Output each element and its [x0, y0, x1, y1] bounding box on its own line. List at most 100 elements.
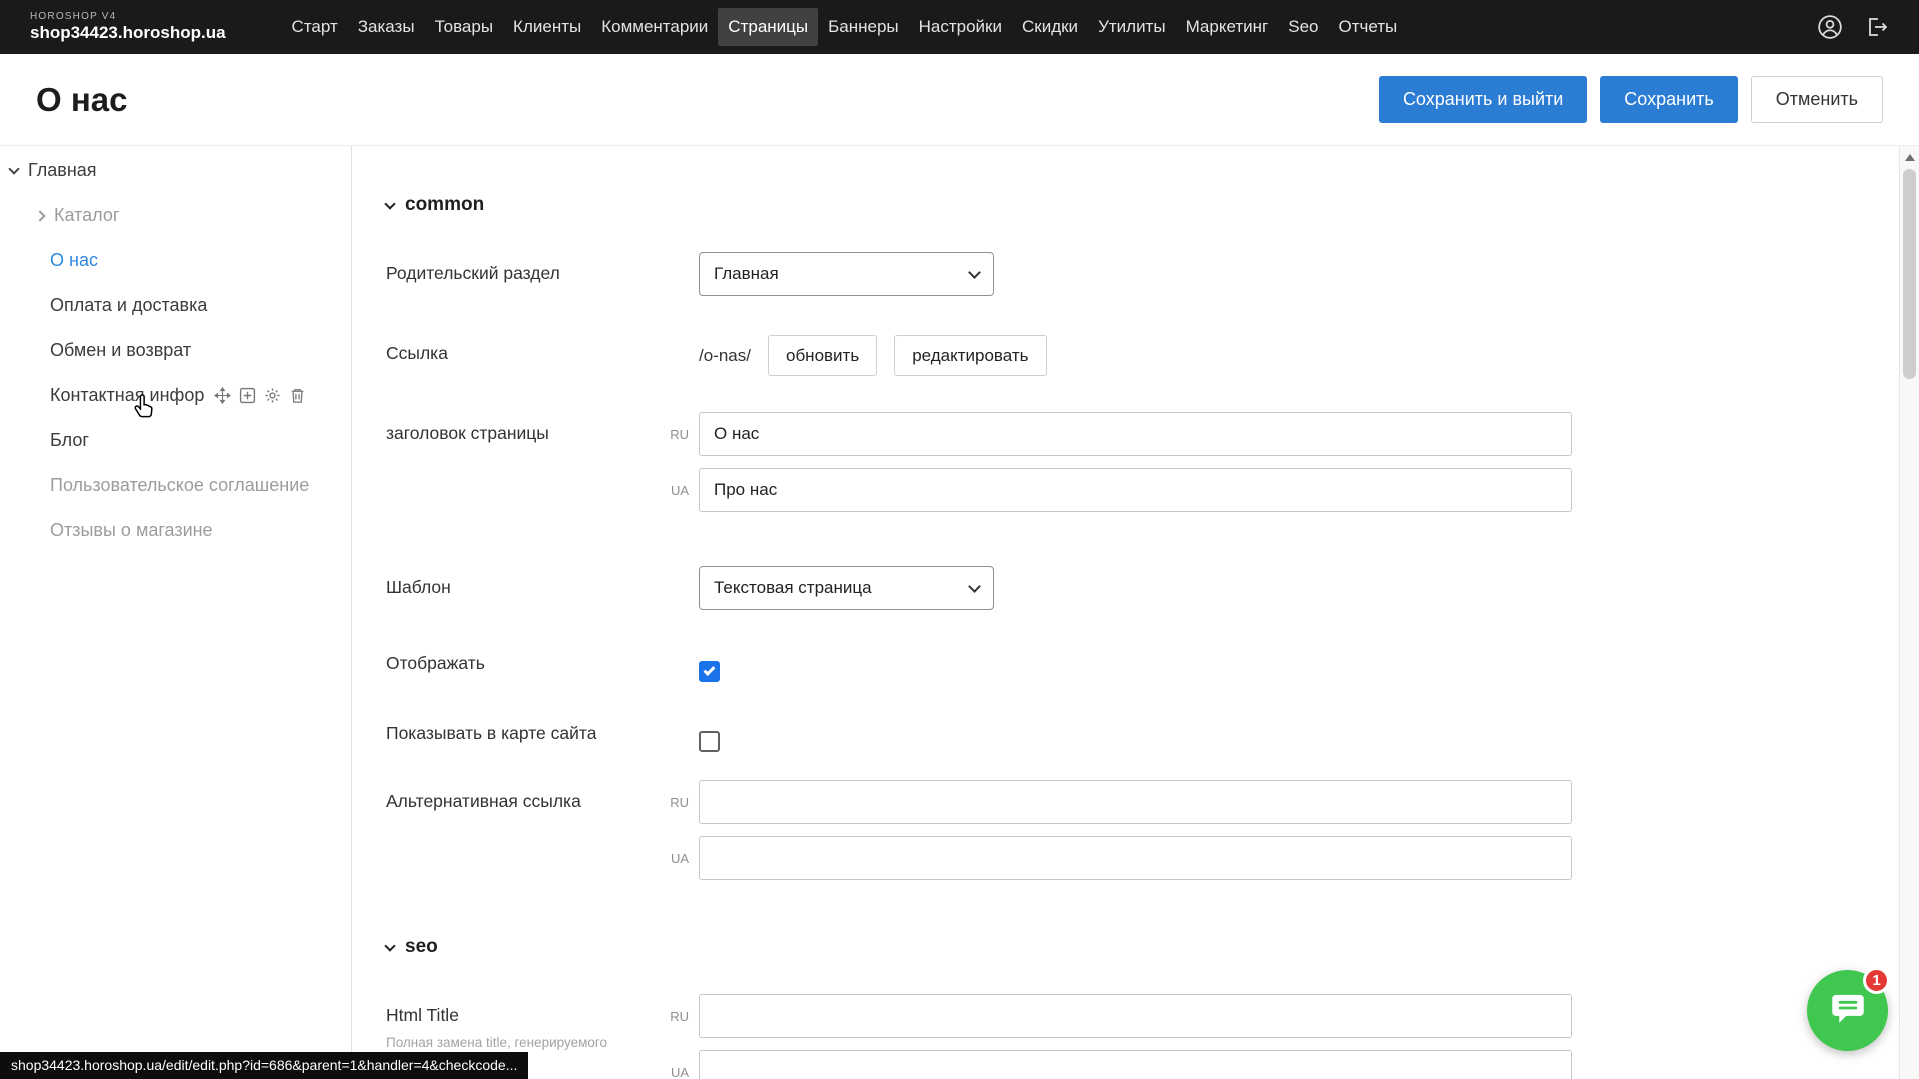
sidebar-item-label: Главная: [28, 160, 97, 181]
alt-link-ua-input[interactable]: [699, 836, 1572, 880]
sidebar-item-label: Блог: [50, 430, 89, 451]
parent-section-field: Родительский раздел Главная: [386, 252, 1919, 296]
sidebar-item-label: Контактная инфор: [50, 385, 204, 406]
html-title-ru-input[interactable]: [699, 994, 1572, 1038]
html-title-field: Html Title Полная замена title, генериру…: [386, 994, 1919, 1079]
link-path: /o-nas/: [699, 346, 751, 366]
pages-tree-sidebar: Главная Каталог О нас Оплата и доставка …: [0, 146, 352, 1079]
top-navbar: HOROSHOP V4 shop34423.horoshop.ua Старт …: [0, 0, 1919, 54]
body: Главная Каталог О нас Оплата и доставка …: [0, 146, 1919, 1079]
add-icon[interactable]: [239, 387, 256, 404]
logo-version: HOROSHOP V4: [30, 11, 226, 23]
sidebar-item-otzyvy[interactable]: Отзывы о магазине: [0, 508, 351, 553]
sidebar-item-oplata[interactable]: Оплата и доставка: [0, 283, 351, 328]
save-button[interactable]: Сохранить: [1600, 76, 1737, 123]
display-checkbox[interactable]: [699, 661, 720, 682]
link-label: Ссылка: [386, 332, 699, 364]
chevron-right-icon: [34, 210, 45, 221]
chat-unread-badge: 1: [1863, 967, 1890, 994]
logo[interactable]: HOROSHOP V4 shop34423.horoshop.ua: [30, 11, 226, 42]
tree-row-actions: [214, 387, 306, 404]
parent-section-select[interactable]: Главная: [699, 252, 994, 296]
link-refresh-button[interactable]: обновить: [768, 335, 877, 376]
account-icon[interactable]: [1817, 14, 1843, 40]
check-icon: [703, 664, 715, 676]
lang-tag-ru: RU: [657, 795, 689, 810]
cancel-button[interactable]: Отменить: [1751, 76, 1883, 123]
save-exit-button[interactable]: Сохранить и выйти: [1379, 76, 1587, 123]
sidebar-item-glavnaya[interactable]: Главная: [0, 148, 351, 193]
parent-section-label: Родительский раздел: [386, 252, 699, 284]
scrollbar-thumb[interactable]: [1903, 169, 1916, 379]
chat-icon: [1827, 987, 1869, 1034]
nav-right-icons: [1817, 14, 1889, 40]
section-common-header[interactable]: common: [386, 194, 1919, 216]
sidebar-item-blog[interactable]: Блог: [0, 418, 351, 463]
alt-link-label: Альтернативная ссылка: [386, 780, 699, 812]
sidebar-item-soglashenie[interactable]: Пользовательское соглашение: [0, 463, 351, 508]
nav-item-utilities[interactable]: Утилиты: [1088, 8, 1176, 46]
link-line: /o-nas/ обновить редактировать: [699, 332, 1047, 376]
nav-item-banners[interactable]: Баннеры: [818, 8, 909, 46]
sidebar-item-obmen[interactable]: Обмен и возврат: [0, 328, 351, 373]
logo-domain: shop34423.horoshop.ua: [30, 23, 226, 43]
page-title-ru-input[interactable]: [699, 412, 1572, 456]
header-actions: Сохранить и выйти Сохранить Отменить: [1379, 76, 1883, 123]
nav-item-products[interactable]: Товары: [425, 8, 503, 46]
nav-item-comments[interactable]: Комментарии: [591, 8, 718, 46]
sitemap-label: Показывать в карте сайта: [386, 722, 699, 744]
settings-icon[interactable]: [264, 387, 281, 404]
link-field: Ссылка /o-nas/ обновить редактировать: [386, 332, 1919, 376]
chevron-down-icon: [968, 580, 981, 593]
nav-items: Старт Заказы Товары Клиенты Комментарии …: [282, 8, 1408, 46]
page-title-label: заголовок страницы: [386, 412, 699, 444]
section-seo-header[interactable]: seo: [386, 936, 1919, 958]
nav-item-settings[interactable]: Настройки: [909, 8, 1012, 46]
sitemap-checkbox[interactable]: [699, 731, 720, 752]
nav-item-clients[interactable]: Клиенты: [503, 8, 591, 46]
sidebar-item-label: Пользовательское соглашение: [50, 475, 309, 496]
template-select[interactable]: Текстовая страница: [699, 566, 994, 610]
chat-launcher-button[interactable]: 1: [1807, 970, 1888, 1051]
alt-link-field: Альтернативная ссылка RU UA: [386, 780, 1919, 892]
page-title: О нас: [36, 81, 127, 119]
nav-item-orders[interactable]: Заказы: [348, 8, 425, 46]
chevron-down-icon: [384, 198, 395, 209]
sidebar-item-label: Отзывы о магазине: [50, 520, 213, 541]
html-title-ua-input[interactable]: [699, 1050, 1572, 1079]
sidebar-item-label: О нас: [50, 250, 98, 271]
nav-item-start[interactable]: Старт: [282, 8, 348, 46]
nav-item-discounts[interactable]: Скидки: [1012, 8, 1088, 46]
sidebar-item-label: Оплата и доставка: [50, 295, 207, 316]
sidebar-item-label: Обмен и возврат: [50, 340, 191, 361]
chevron-down-icon: [968, 266, 981, 279]
logout-icon[interactable]: [1865, 15, 1889, 39]
nav-item-reports[interactable]: Отчеты: [1328, 8, 1407, 46]
nav-item-seo[interactable]: Seo: [1278, 8, 1328, 46]
display-label: Отображать: [386, 652, 699, 674]
alt-link-ru-input[interactable]: [699, 780, 1572, 824]
scroll-up-icon[interactable]: [1905, 154, 1915, 161]
page-title-field: заголовок страницы RU UA: [386, 412, 1919, 524]
link-edit-button[interactable]: редактировать: [894, 335, 1046, 376]
page-header: О нас Сохранить и выйти Сохранить Отмени…: [0, 54, 1919, 146]
delete-icon[interactable]: [289, 387, 306, 404]
lang-tag-ru: RU: [657, 1009, 689, 1024]
template-value: Текстовая страница: [714, 578, 872, 598]
vertical-scrollbar[interactable]: [1899, 146, 1919, 1079]
section-common-title: common: [405, 194, 484, 216]
page-edit-form: common Родительский раздел Главная Ссылк…: [352, 146, 1919, 1079]
page-title-ua-input[interactable]: [699, 468, 1572, 512]
drag-icon[interactable]: [214, 387, 231, 404]
html-title-label: Html Title: [386, 1005, 699, 1026]
sidebar-item-kontaktnaya[interactable]: Контактная инфор: [0, 373, 351, 418]
chevron-down-icon: [384, 940, 395, 951]
sidebar-item-katalog[interactable]: Каталог: [0, 193, 351, 238]
nav-item-pages[interactable]: Страницы: [718, 8, 818, 46]
html-title-note: Полная замена title, генерируемого: [386, 1035, 699, 1050]
display-field: Отображать: [386, 652, 1919, 682]
template-label: Шаблон: [386, 566, 699, 598]
sidebar-item-o-nas[interactable]: О нас: [0, 238, 351, 283]
sitemap-field: Показывать в карте сайта: [386, 722, 1919, 752]
nav-item-marketing[interactable]: Маркетинг: [1176, 8, 1279, 46]
